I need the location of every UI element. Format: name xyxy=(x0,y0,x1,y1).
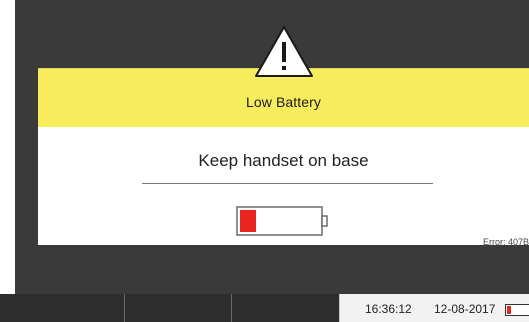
error-code: Error: 407B xyxy=(482,237,529,245)
taskbar-button-3[interactable] xyxy=(233,294,339,322)
low-battery-dialog: Low Battery Keep handset on base Error: … xyxy=(38,68,529,245)
status-time: 16:36:12 xyxy=(365,302,412,316)
taskbar-button-1[interactable] xyxy=(0,294,125,322)
device-screen: Low Battery Keep handset on base Error: … xyxy=(0,0,529,322)
screen-left-border xyxy=(0,0,15,294)
battery-icon xyxy=(505,303,529,321)
taskbar: 16:36:12 12-08-2017 xyxy=(0,294,529,322)
taskbar-button-2[interactable] xyxy=(126,294,232,322)
dialog-title: Low Battery xyxy=(245,94,322,110)
warning-triangle-icon xyxy=(254,25,314,79)
dialog-message: Keep handset on base xyxy=(198,151,369,170)
dialog-divider xyxy=(142,183,433,184)
status-date: 12-08-2017 xyxy=(434,302,496,316)
battery-low-icon xyxy=(236,206,328,241)
status-area: 16:36:12 12-08-2017 xyxy=(339,294,529,322)
